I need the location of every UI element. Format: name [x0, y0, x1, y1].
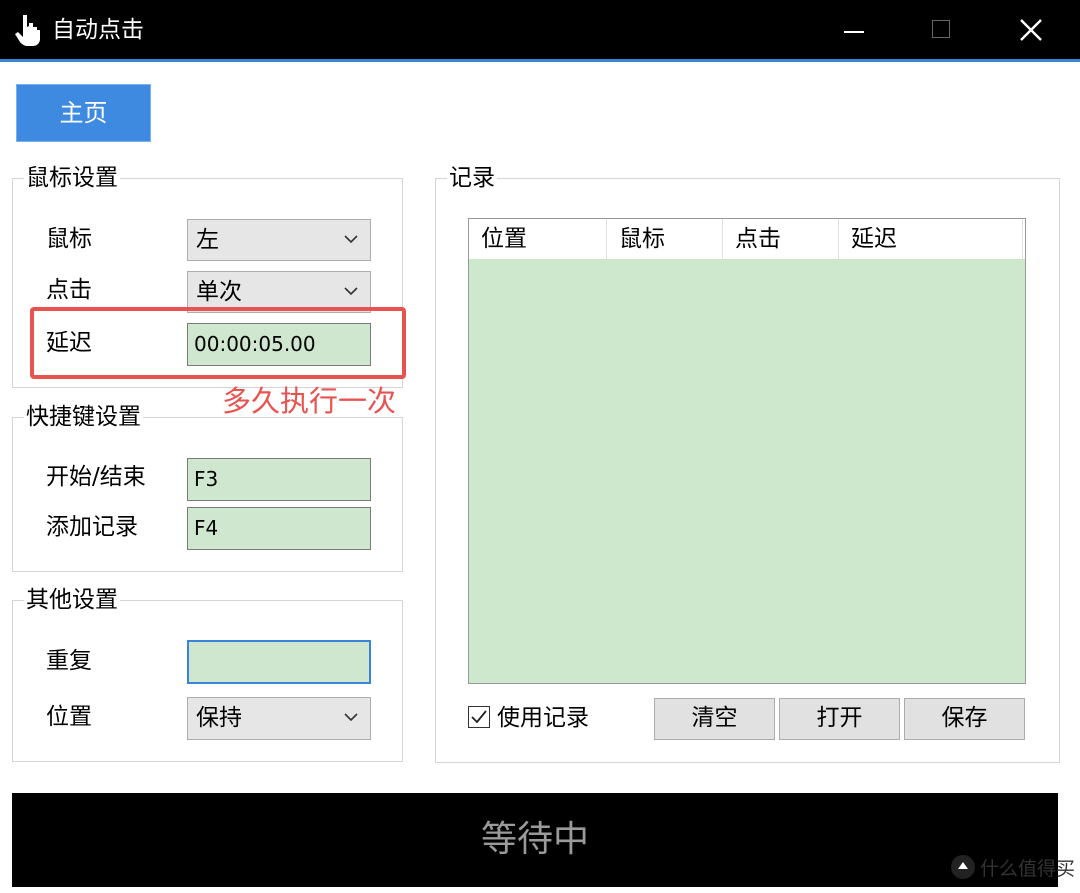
- close-button[interactable]: [1002, 10, 1058, 50]
- records-list-header: 位置 鼠标 点击 延迟: [469, 219, 1025, 259]
- column-header-click[interactable]: 点击: [723, 219, 839, 259]
- use-records-checkbox[interactable]: [468, 706, 490, 728]
- add-record-label: 添加记录: [46, 514, 138, 540]
- mouse-settings-title: 鼠标设置: [24, 164, 120, 192]
- position-label: 位置: [46, 704, 92, 730]
- checkmark-icon: [471, 710, 487, 724]
- watermark-text: 什么值得买: [980, 858, 1076, 880]
- pointing-hand-icon: [14, 13, 44, 47]
- minimize-button[interactable]: [826, 10, 882, 50]
- mouse-button-select[interactable]: 左: [187, 219, 371, 261]
- clear-button[interactable]: 清空: [654, 698, 775, 740]
- hotkey-settings-title: 快捷键设置: [24, 403, 143, 431]
- repeat-label: 重复: [46, 648, 92, 674]
- click-type-label: 点击: [46, 277, 92, 303]
- repeat-input[interactable]: [187, 640, 371, 684]
- open-button[interactable]: 打开: [779, 698, 900, 740]
- mouse-button-value: 左: [196, 227, 219, 253]
- watermark-logo-icon: [950, 854, 976, 884]
- chevron-down-icon: [344, 287, 358, 296]
- tab-home[interactable]: 主页: [16, 84, 151, 142]
- position-select[interactable]: 保持: [187, 697, 371, 740]
- start-stop-hotkey-input[interactable]: F3: [187, 458, 371, 501]
- records-title: 记录: [447, 164, 497, 192]
- title-bar-accent-line: [0, 59, 1080, 62]
- add-record-hotkey-input[interactable]: F4: [187, 507, 371, 550]
- annotation-highlight-box: [30, 307, 406, 379]
- column-header-position[interactable]: 位置: [469, 219, 607, 259]
- column-header-mouse[interactable]: 鼠标: [607, 219, 723, 259]
- click-type-value: 单次: [196, 279, 242, 305]
- chevron-down-icon: [344, 713, 358, 722]
- records-list[interactable]: 位置 鼠标 点击 延迟: [468, 218, 1026, 684]
- close-icon: [1020, 19, 1042, 41]
- position-value: 保持: [196, 705, 242, 731]
- status-bar[interactable]: 等待中: [12, 793, 1058, 887]
- other-settings-title: 其他设置: [24, 586, 120, 614]
- mouse-button-label: 鼠标: [46, 226, 92, 252]
- window-title: 自动点击: [52, 17, 144, 43]
- maximize-button[interactable]: [914, 10, 970, 50]
- column-header-delay[interactable]: 延迟: [839, 219, 1023, 259]
- save-button[interactable]: 保存: [904, 698, 1025, 740]
- chevron-down-icon: [344, 235, 358, 244]
- annotation-text: 多久执行一次: [222, 384, 397, 418]
- use-records-label[interactable]: 使用记录: [497, 703, 589, 733]
- start-stop-label: 开始/结束: [46, 464, 146, 490]
